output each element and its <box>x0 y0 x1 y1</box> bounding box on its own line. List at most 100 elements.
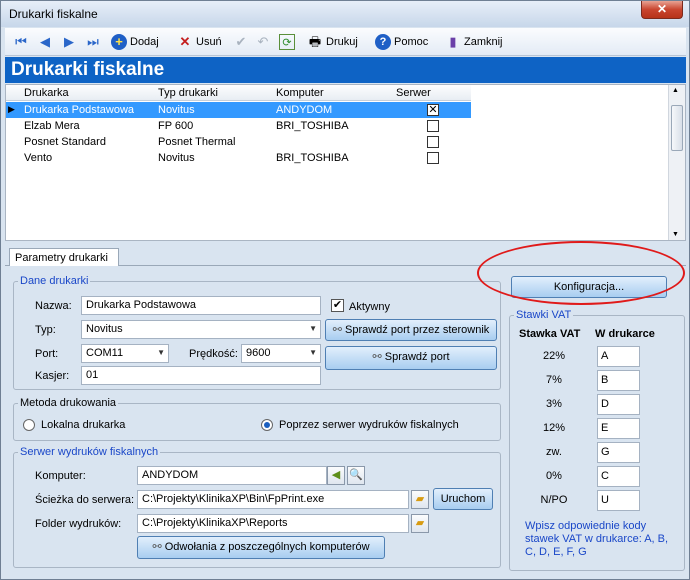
vat-row: 22% A <box>509 346 689 367</box>
cashier-field[interactable]: 01 <box>81 366 321 385</box>
vat-rate: 7% <box>546 374 562 386</box>
help-label: Pomoc <box>394 36 429 48</box>
add-button[interactable]: + Dodaj <box>111 32 159 52</box>
printer-icon: 🖶 <box>308 34 322 49</box>
print-button[interactable]: 🖶 Drukuj <box>307 32 358 52</box>
run-server-button[interactable]: Uruchom <box>433 488 493 510</box>
close-label: Zamknij <box>464 36 503 48</box>
table-row[interactable]: Vento Novitus BRI_TOSHIBA <box>6 150 471 166</box>
undo-button[interactable]: ↶ <box>255 32 271 52</box>
confirm-button[interactable]: ✔ <box>233 32 249 52</box>
type-select[interactable]: Novitus <box>81 320 321 339</box>
server-checkbox[interactable] <box>427 152 439 164</box>
folder-field[interactable]: C:\Projekty\KlinikaXP\Reports <box>137 514 409 533</box>
vat-col-rate: Stawka VAT <box>519 328 581 340</box>
search-computer-button[interactable]: 🔍 <box>347 466 365 485</box>
close-window-button[interactable]: ✕ <box>641 1 683 19</box>
table-row[interactable]: Elzab Mera FP 600 BRI_TOSHIBA <box>6 118 471 134</box>
vat-code-field[interactable]: G <box>597 442 640 463</box>
cell-type: FP 600 <box>158 120 194 132</box>
speed-select[interactable]: 9600 <box>241 344 321 363</box>
col-server[interactable]: Serwer <box>396 87 431 99</box>
vat-code-field[interactable]: D <box>597 394 640 415</box>
table-row[interactable]: Posnet Standard Posnet Thermal <box>6 134 471 150</box>
vat-rate: N/PO <box>540 494 568 506</box>
next-record-button[interactable]: ▶ <box>61 32 77 52</box>
tab-printer-params[interactable]: Parametry drukarki <box>9 248 119 267</box>
scroll-up-icon[interactable]: ▲ <box>672 87 679 94</box>
path-field[interactable]: C:\Projekty\KlinikaXP\Bin\FpPrint.exe <box>137 490 409 509</box>
vat-rate: 3% <box>546 398 562 410</box>
vat-rate: 12% <box>542 422 566 434</box>
col-type[interactable]: Typ drukarki <box>158 87 218 99</box>
active-checkbox[interactable]: ✔ <box>331 299 344 312</box>
check-port-driver-button[interactable]: ⚯ Sprawdź port przez sterownik <box>325 319 497 341</box>
browse-path-button[interactable]: ▰ <box>411 490 429 509</box>
computer-refs-button[interactable]: ⚯ Odwołania z poszczególnych komputerów <box>137 536 385 559</box>
title-bar[interactable]: Drukarki fiskalne ✕ <box>1 1 689 27</box>
help-button[interactable]: ? Pomoc <box>375 32 428 52</box>
type-label: Typ: <box>35 324 56 336</box>
scroll-down-icon[interactable]: ▼ <box>672 231 679 238</box>
cell-printer: Elzab Mera <box>24 120 80 132</box>
plug-icon-2: ⚯ <box>372 351 382 363</box>
cell-computer: BRI_TOSHIBA <box>276 120 349 132</box>
computer-field[interactable]: ANDYDOM <box>137 466 327 485</box>
computer-refs-label: Odwołania z poszczególnych komputerów <box>164 541 370 553</box>
server-checkbox[interactable] <box>427 136 439 148</box>
table-row[interactable]: ▶ Drukarka Podstawowa Novitus ANDYDOM ✕ <box>6 102 471 118</box>
refresh-button[interactable]: ⟳ <box>279 32 295 52</box>
name-field[interactable]: Drukarka Podstawowa <box>81 296 321 315</box>
vat-rate: 0% <box>546 470 562 482</box>
window-title: Drukarki fiskalne <box>9 7 98 21</box>
server-checkbox[interactable]: ✕ <box>427 104 439 116</box>
printers-grid[interactable]: Drukarka Typ drukarki Komputer Serwer ▶ D… <box>5 84 686 241</box>
folder-icon: ▰ <box>415 493 425 505</box>
vat-code-field[interactable]: A <box>597 346 640 367</box>
folder-icon-2: ▰ <box>415 517 425 529</box>
col-computer[interactable]: Komputer <box>276 87 324 99</box>
vat-code-field[interactable]: B <box>597 370 640 391</box>
server-checkbox[interactable] <box>427 120 439 132</box>
vat-hint: Wpisz odpowiednie kody stawek VAT w druk… <box>525 520 669 558</box>
delete-icon: ✕ <box>179 34 191 49</box>
cell-computer: BRI_TOSHIBA <box>276 152 349 164</box>
check-port-label: Sprawdź port <box>384 351 450 363</box>
local-printer-radio[interactable] <box>23 419 35 431</box>
browse-folder-button[interactable]: ▰ <box>411 514 429 533</box>
window: Drukarki fiskalne ✕ ⏮ ◀ ▶ ⏭ + Dodaj ✕ Usuń… <box>0 0 690 580</box>
scroll-thumb[interactable] <box>671 105 683 151</box>
search-icon: 🔍 <box>349 469 363 481</box>
vat-code-field[interactable]: E <box>597 418 640 439</box>
next-icon: ▶ <box>64 34 74 49</box>
vat-code-field[interactable]: C <box>597 466 640 487</box>
last-record-button[interactable]: ⏭ <box>85 32 101 52</box>
vat-legend: Stawki VAT <box>516 309 572 321</box>
undo-icon: ↶ <box>257 34 269 49</box>
computer-label: Komputer: <box>35 470 86 482</box>
select-computer-button[interactable]: ◀ <box>327 466 345 485</box>
check-port-button[interactable]: ⚯ Sprawdź port <box>325 346 497 370</box>
cell-type: Novitus <box>158 104 195 116</box>
vat-code-field[interactable]: U <box>597 490 640 511</box>
check-port-driver-label: Sprawdź port przez sterownik <box>345 324 490 336</box>
cell-type: Novitus <box>158 152 195 164</box>
delete-button[interactable]: ✕ Usuń <box>177 32 222 52</box>
first-record-button[interactable]: ⏮ <box>13 32 29 52</box>
speed-label: Prędkość: <box>189 348 238 360</box>
params-panel: Dane drukarki Nazwa: Drukarka Podstawowa… <box>5 266 686 576</box>
cell-printer: Drukarka Podstawowa <box>24 104 135 116</box>
active-label: Aktywny <box>349 301 390 313</box>
server-print-label[interactable]: Poprzez serwer wydruków fiskalnych <box>279 419 459 431</box>
cell-printer: Vento <box>24 152 53 164</box>
cell-type: Posnet Thermal <box>158 136 236 148</box>
server-print-radio[interactable] <box>261 419 273 431</box>
col-printer[interactable]: Drukarka <box>24 87 69 99</box>
vat-row: N/PO U <box>509 490 689 511</box>
grid-scrollbar[interactable]: ▲ ▼ <box>668 85 685 240</box>
prev-record-button[interactable]: ◀ <box>37 32 53 52</box>
port-select[interactable]: COM11 <box>81 344 169 363</box>
close-button[interactable]: ▮ Zamknij <box>445 32 503 52</box>
arrow-left-icon: ◀ <box>331 469 341 481</box>
local-printer-label[interactable]: Lokalna drukarka <box>41 419 125 431</box>
